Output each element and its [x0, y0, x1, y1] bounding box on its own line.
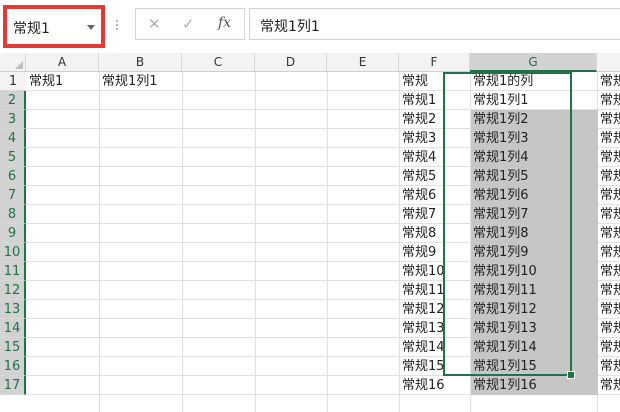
fill-handle[interactable]: [567, 371, 575, 379]
row-header-5[interactable]: 5: [0, 148, 26, 167]
cell-h5[interactable]: 常规: [597, 148, 620, 167]
column-header-f[interactable]: F: [399, 53, 470, 71]
select-all-corner[interactable]: [0, 53, 26, 71]
more-options-icon[interactable]: [114, 18, 120, 32]
formula-toolbar: 常规1 ✕ ✓ fx 常规1列1: [0, 0, 620, 60]
formula-input[interactable]: 常规1列1: [249, 8, 620, 40]
column-header-b[interactable]: B: [99, 53, 182, 71]
enter-icon[interactable]: ✓: [182, 15, 195, 33]
cell-h4[interactable]: 常规: [597, 129, 620, 148]
row-header-2[interactable]: 2: [0, 91, 26, 110]
cell-h11[interactable]: 常规: [597, 262, 620, 281]
row-header-10[interactable]: 10: [0, 243, 26, 262]
formula-actions: ✕ ✓ fx: [135, 8, 245, 40]
formula-content: 常规1列1: [260, 19, 320, 35]
column-headers: ABCDEFG: [0, 53, 620, 72]
cell-h12[interactable]: 常规: [597, 281, 620, 300]
cell-h1[interactable]: 常规: [597, 72, 620, 91]
row-header-3[interactable]: 3: [0, 110, 26, 129]
name-box[interactable]: 常规1: [3, 5, 105, 48]
cell-h9[interactable]: 常规: [597, 224, 620, 243]
insert-function-icon[interactable]: fx: [218, 15, 231, 31]
column-header-a[interactable]: A: [26, 53, 99, 71]
cell-b1[interactable]: 常规1列1: [99, 72, 182, 91]
row-header-9[interactable]: 9: [0, 224, 26, 243]
name-box-value: 常规1: [13, 21, 50, 37]
cell-f17[interactable]: 常规16: [399, 376, 470, 395]
cell-h14[interactable]: 常规: [597, 319, 620, 338]
cell-h6[interactable]: 常规: [597, 167, 620, 186]
cell-h3[interactable]: 常规: [597, 110, 620, 129]
row-header-16[interactable]: 16: [0, 357, 26, 376]
row-header-7[interactable]: 7: [0, 186, 26, 205]
row-header-14[interactable]: 14: [0, 319, 26, 338]
spreadsheet-grid[interactable]: ABCDEFG 1 2 3 4 5 6 7 8 9 10 11 12 13 14 15 16 17 常规1 常规1…: [0, 53, 620, 412]
cell-h2[interactable]: 常规: [597, 91, 620, 110]
row-header-1[interactable]: 1: [0, 72, 26, 91]
row-header-6[interactable]: 6: [0, 167, 26, 186]
row-header-8[interactable]: 8: [0, 205, 26, 224]
column-header-c[interactable]: C: [182, 53, 255, 71]
cell-h7[interactable]: 常规: [597, 186, 620, 205]
column-header-g[interactable]: G: [470, 53, 597, 72]
chevron-down-icon[interactable]: [87, 25, 95, 30]
cell-h15[interactable]: 常规: [597, 338, 620, 357]
cell-h10[interactable]: 常规: [597, 243, 620, 262]
row-header-15[interactable]: 15: [0, 338, 26, 357]
row-header-4[interactable]: 4: [0, 129, 26, 148]
row-header-13[interactable]: 13: [0, 300, 26, 319]
column-header-e[interactable]: E: [327, 53, 399, 71]
cell-h8[interactable]: 常规: [597, 205, 620, 224]
cancel-icon[interactable]: ✕: [148, 15, 161, 33]
row-header-17[interactable]: 17: [0, 376, 26, 395]
column-header-d[interactable]: D: [255, 53, 327, 71]
cell-h16[interactable]: 常规: [597, 357, 620, 376]
cell-g17[interactable]: 常规1列16: [470, 376, 597, 395]
cell-h17[interactable]: 常规: [597, 376, 620, 395]
cell-h13[interactable]: 常规: [597, 300, 620, 319]
cell-a1[interactable]: 常规1: [26, 72, 99, 91]
row-header-11[interactable]: 11: [0, 262, 26, 281]
row-header-12[interactable]: 12: [0, 281, 26, 300]
selection-border: [443, 72, 572, 376]
